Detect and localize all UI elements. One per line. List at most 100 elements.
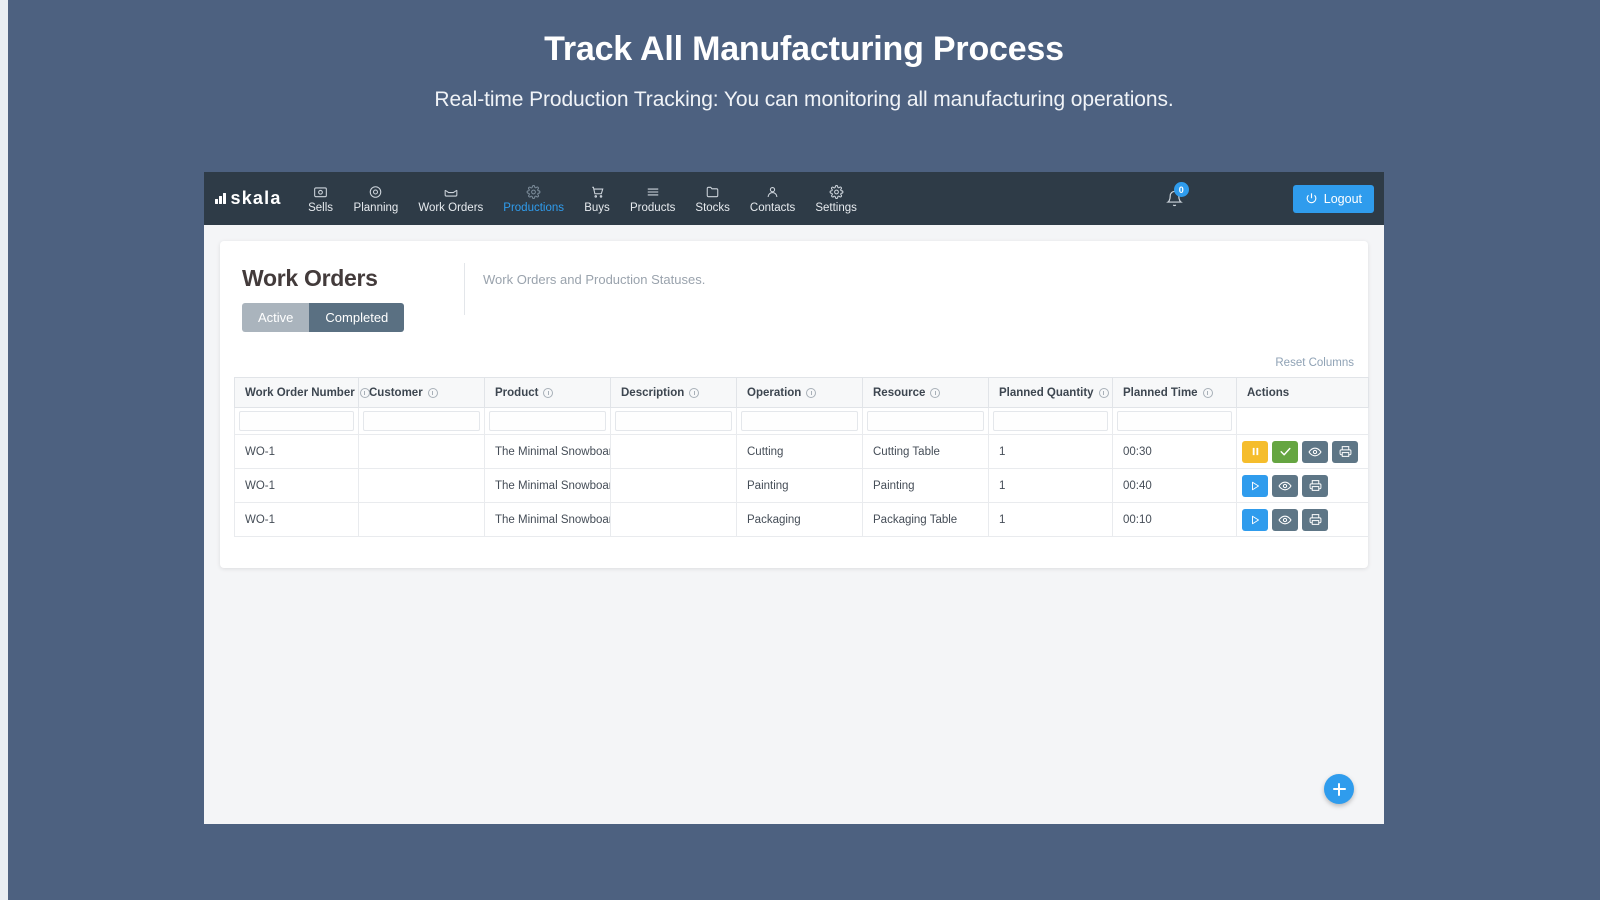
pause-button[interactable] <box>1242 440 1268 463</box>
logout-label: Logout <box>1323 191 1362 206</box>
cell-planned-quantity: 1 <box>988 502 1113 537</box>
view-button[interactable] <box>1302 440 1328 463</box>
gear-icon <box>526 185 541 199</box>
nav-item-buys-label: Buys <box>584 202 610 214</box>
filter-cell-work-order-number <box>234 407 359 435</box>
column-label: Planned Quantity <box>999 386 1094 399</box>
filter-input-planned-time[interactable] <box>1117 411 1232 431</box>
start-button[interactable] <box>1242 474 1268 497</box>
filter-input-work-order-number[interactable] <box>239 411 354 431</box>
nav-item-stocks[interactable]: Stocks <box>685 181 740 216</box>
table-header: Work Order Number Customer Product Descr… <box>234 377 1369 408</box>
column-header-resource[interactable]: Resource <box>862 377 989 408</box>
nav-item-settings[interactable]: Settings <box>805 181 867 216</box>
column-label: Operation <box>747 386 802 399</box>
nav-item-contacts[interactable]: Contacts <box>740 181 805 216</box>
skala-logo[interactable]: skala <box>215 188 282 209</box>
camera-icon <box>313 185 328 199</box>
column-header-product[interactable]: Product <box>484 377 611 408</box>
filter-input-customer[interactable] <box>363 411 480 431</box>
table-filter-row <box>234 407 1369 435</box>
view-button[interactable] <box>1272 508 1298 531</box>
nav-right-group: 0 Logout <box>1165 182 1384 213</box>
logo-text: skala <box>230 188 282 208</box>
nav-item-contacts-label: Contacts <box>749 202 796 214</box>
print-button[interactable] <box>1302 508 1328 531</box>
check-icon <box>1279 445 1292 458</box>
tab-completed[interactable]: Completed <box>309 303 405 332</box>
nav-item-buys[interactable]: Buys <box>574 181 620 216</box>
eye-icon <box>1278 513 1292 527</box>
column-header-actions: Actions <box>1236 377 1369 408</box>
logout-button[interactable]: Logout <box>1292 184 1374 213</box>
nav-item-products[interactable]: Products <box>620 181 685 216</box>
inbox-icon <box>443 185 459 199</box>
view-button[interactable] <box>1272 474 1298 497</box>
start-button[interactable] <box>1242 508 1268 531</box>
hero-banner: Track All Manufacturing Process Real-tim… <box>8 0 1600 900</box>
column-header-customer[interactable]: Customer <box>358 377 485 408</box>
info-icon[interactable] <box>806 387 817 398</box>
eye-icon <box>368 185 383 199</box>
action-buttons-group <box>1242 474 1368 497</box>
action-buttons-group <box>1242 508 1368 531</box>
cell-customer <box>358 468 485 503</box>
filter-input-operation[interactable] <box>741 411 858 431</box>
nav-item-planning[interactable]: Planning <box>344 181 409 216</box>
filter-input-resource[interactable] <box>867 411 984 431</box>
eye-icon <box>1308 445 1322 459</box>
column-label: Actions <box>1247 386 1290 399</box>
nav-item-sells[interactable]: Sells <box>298 181 344 216</box>
info-icon[interactable] <box>930 387 941 398</box>
print-button[interactable] <box>1332 440 1358 463</box>
pause-icon <box>1250 446 1261 457</box>
column-header-planned-quantity[interactable]: Planned Quantity <box>988 377 1113 408</box>
print-icon <box>1309 513 1322 526</box>
nav-items: Sells Planning Work Orders Productions B… <box>298 181 867 216</box>
cell-work-order-number: WO-1 <box>234 502 359 537</box>
page-subtitle: Work Orders and Production Statuses. <box>483 272 706 287</box>
info-icon[interactable] <box>359 387 370 398</box>
play-icon <box>1249 480 1261 492</box>
play-icon <box>1249 514 1261 526</box>
cell-product: The Minimal Snowboard <box>484 468 611 503</box>
hero-subtitle: Real-time Production Tracking: You can m… <box>434 88 1174 111</box>
print-button[interactable] <box>1302 474 1328 497</box>
cell-work-order-number: WO-1 <box>234 468 359 503</box>
nav-item-productions[interactable]: Productions <box>493 181 574 216</box>
info-icon[interactable] <box>543 387 554 398</box>
column-header-operation[interactable]: Operation <box>736 377 863 408</box>
table-row[interactable]: WO-1 The Minimal Snowboard Cutting Cutti… <box>234 434 1369 469</box>
nav-item-planning-label: Planning <box>353 202 399 214</box>
complete-button[interactable] <box>1272 440 1298 463</box>
column-header-work-order-number[interactable]: Work Order Number <box>234 377 370 408</box>
table-row[interactable]: WO-1 The Minimal Snowboard Packaging Pac… <box>234 502 1369 537</box>
cell-product: The Minimal Snowboard <box>484 502 611 537</box>
filter-cell-planned-time <box>1112 407 1237 435</box>
table-row[interactable]: WO-1 The Minimal Snowboard Painting Pain… <box>234 468 1369 503</box>
status-tabs: Active Completed <box>242 303 405 332</box>
nav-item-work-orders[interactable]: Work Orders <box>408 181 493 216</box>
filter-input-planned-quantity[interactable] <box>993 411 1108 431</box>
info-icon[interactable] <box>1098 387 1109 398</box>
add-work-order-button[interactable] <box>1324 774 1354 804</box>
tab-active[interactable]: Active <box>242 303 310 332</box>
info-icon[interactable] <box>1202 387 1213 398</box>
cell-actions <box>1236 434 1369 469</box>
filter-input-product[interactable] <box>489 411 606 431</box>
column-header-description[interactable]: Description <box>610 377 737 408</box>
top-navigation-bar: skala Sells Planning Work Orders Product… <box>204 172 1384 225</box>
power-icon <box>1305 192 1318 205</box>
info-icon[interactable] <box>689 387 700 398</box>
eye-icon <box>1278 479 1292 493</box>
cell-work-order-number: WO-1 <box>234 434 359 469</box>
notification-count-badge: 0 <box>1173 182 1189 197</box>
notifications-bell-button[interactable]: 0 <box>1165 182 1189 207</box>
cell-description <box>610 434 737 469</box>
reset-columns-link[interactable]: Reset Columns <box>1275 357 1354 369</box>
filter-input-description[interactable] <box>615 411 732 431</box>
column-header-planned-time[interactable]: Planned Time <box>1112 377 1237 408</box>
hero-title: Track All Manufacturing Process <box>544 30 1064 68</box>
nav-item-sells-label: Sells <box>308 202 334 214</box>
info-icon[interactable] <box>427 387 438 398</box>
